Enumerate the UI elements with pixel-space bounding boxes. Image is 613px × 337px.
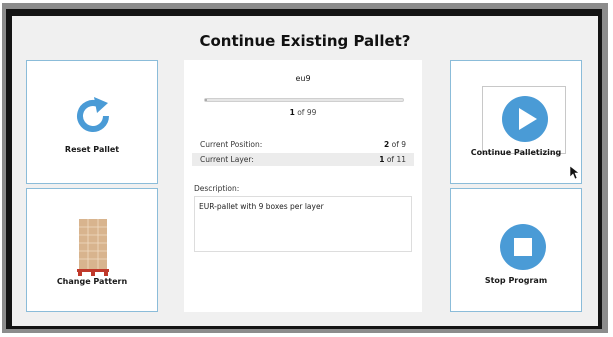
change-pattern-button[interactable]: Change Pattern	[26, 188, 158, 312]
description-text: EUR-pallet with 9 boxes per layer	[199, 202, 324, 211]
pattern-name: eu9	[295, 74, 311, 83]
current-layer-row: Current Layer: 1 of 11	[192, 153, 414, 166]
change-pattern-label: Change Pattern	[56, 277, 128, 286]
teach-pendant-screen: Continue Existing Pallet? Reset Pallet C…	[12, 16, 598, 326]
mouse-cursor-icon	[570, 166, 580, 180]
play-icon	[502, 96, 548, 142]
progress-slider[interactable]	[204, 98, 404, 102]
continue-palletizing-button[interactable]: Continue Palletizing	[450, 60, 582, 184]
current-layer-label: Current Layer:	[200, 155, 254, 164]
description-field[interactable]: EUR-pallet with 9 boxes per layer	[194, 196, 412, 252]
pallet-info-panel: eu9 1 of 99 Current Position: 2 of 9 Cur…	[184, 60, 422, 312]
continue-palletizing-label: Continue Palletizing	[470, 148, 562, 157]
refresh-icon	[77, 97, 109, 132]
continue-icon-frame	[482, 86, 566, 154]
stop-program-button[interactable]: Stop Program	[450, 188, 582, 312]
stop-program-label: Stop Program	[484, 276, 548, 285]
current-position-label: Current Position:	[200, 140, 263, 149]
reset-pallet-label: Reset Pallet	[64, 145, 120, 154]
progress-current: 1	[289, 108, 295, 117]
progress-text: 1 of 99	[184, 108, 422, 117]
description-label: Description:	[194, 184, 240, 193]
dialog-title: Continue Existing Pallet?	[199, 32, 411, 50]
progress-of: of 99	[297, 108, 317, 117]
pallet-icon	[77, 219, 109, 276]
current-position-value: 2 of 9	[384, 140, 406, 149]
stop-icon	[500, 224, 546, 270]
current-layer-value: 1 of 11	[379, 155, 406, 164]
reset-pallet-button[interactable]: Reset Pallet	[26, 60, 158, 184]
current-position-row: Current Position: 2 of 9	[192, 138, 414, 151]
progress-fill	[205, 99, 207, 101]
